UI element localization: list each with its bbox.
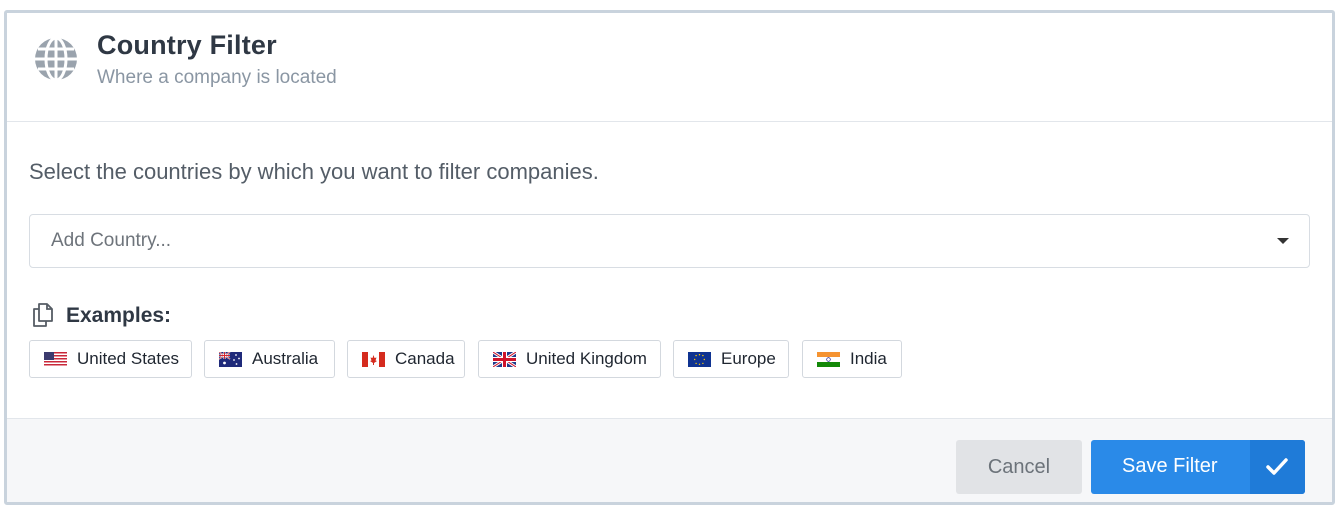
modal-subtitle: Where a company is located	[97, 67, 337, 88]
chip-label: India	[850, 349, 887, 368]
au-flag-icon	[219, 351, 242, 367]
examples-label: Examples:	[66, 304, 172, 327]
modal-header: Country Filter Where a company is locate…	[7, 13, 1332, 122]
check-icon	[1266, 458, 1288, 475]
modal-footer: Cancel Save Filter	[7, 418, 1332, 502]
globe-icon	[35, 36, 77, 82]
chip-united-kingdom[interactable]: United Kingdom	[478, 340, 661, 378]
chip-label: United Kingdom	[526, 349, 647, 368]
chip-label: Australia	[252, 349, 319, 368]
save-filter-label: Save Filter	[1122, 455, 1218, 477]
us-flag-icon	[44, 351, 67, 367]
chip-label: Europe	[721, 349, 776, 368]
modal-title: Country Filter	[97, 30, 277, 60]
chip-canada[interactable]: Canada	[347, 340, 465, 378]
country-select[interactable]: Add Country...	[29, 214, 1310, 268]
eu-flag-icon	[688, 351, 711, 367]
chip-europe[interactable]: Europe	[673, 340, 789, 378]
chip-label: Canada	[395, 349, 455, 368]
chip-india[interactable]: India	[802, 340, 902, 378]
chip-united-states[interactable]: United States	[29, 340, 192, 378]
chip-australia[interactable]: Australia	[204, 340, 335, 378]
chip-label: United States	[77, 349, 180, 368]
country-select-placeholder: Add Country...	[51, 230, 172, 251]
instruction-text: Select the countries by which you want t…	[29, 159, 599, 184]
in-flag-icon	[817, 351, 840, 367]
caret-down-icon[interactable]	[1277, 238, 1289, 244]
save-check-section[interactable]	[1250, 440, 1305, 494]
copy-icon	[33, 303, 53, 327]
cancel-button[interactable]: Cancel	[956, 440, 1082, 494]
country-filter-modal: Country Filter Where a company is locate…	[4, 10, 1335, 505]
save-filter-button[interactable]: Save Filter	[1091, 440, 1305, 494]
ca-flag-icon	[362, 351, 385, 367]
gb-flag-icon	[493, 351, 516, 367]
